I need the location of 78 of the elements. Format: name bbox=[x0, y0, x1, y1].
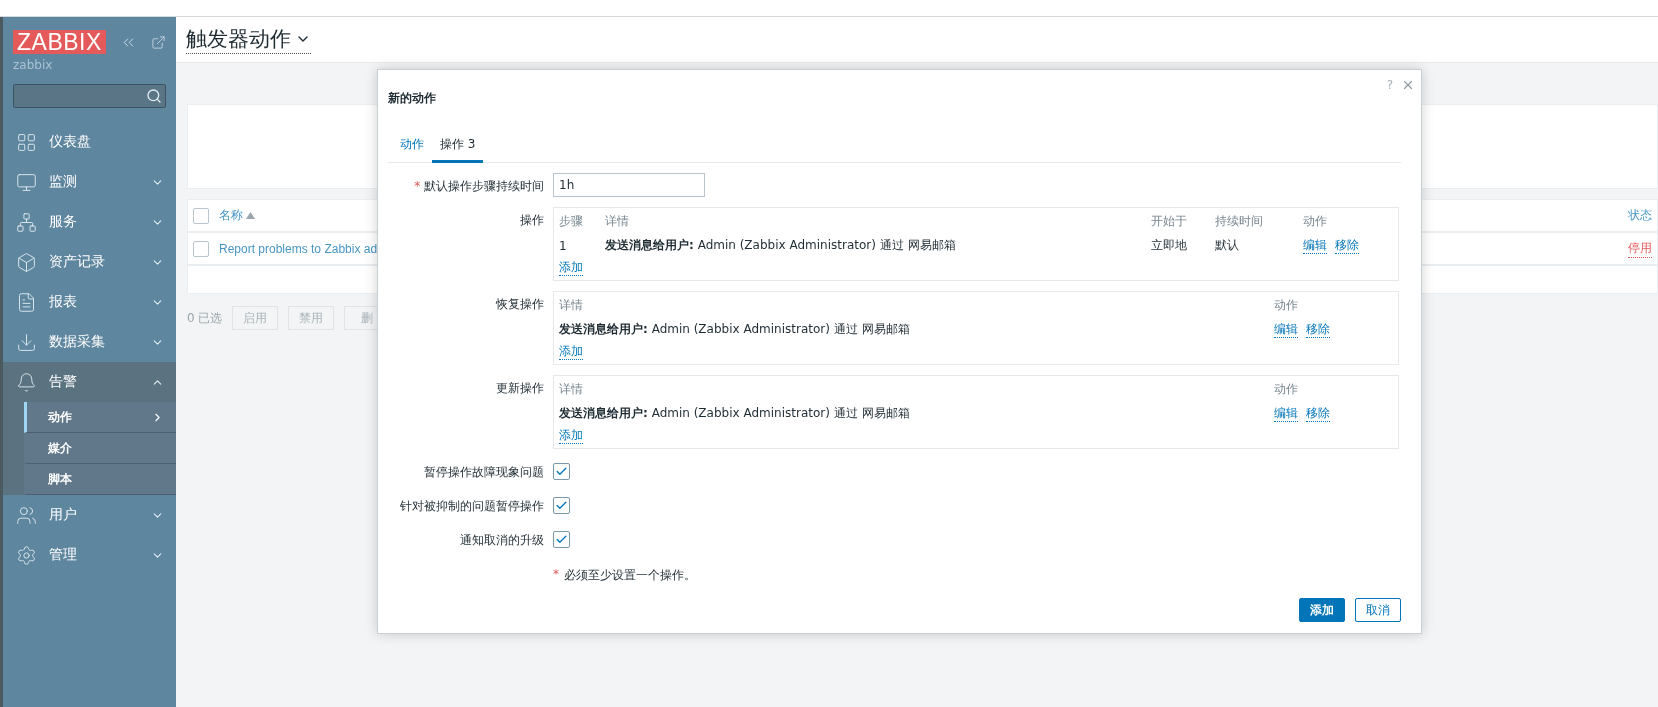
download-icon bbox=[16, 331, 37, 353]
search-field[interactable] bbox=[13, 84, 166, 108]
row-action-link[interactable]: 编辑 bbox=[1274, 321, 1298, 338]
nav-subitem[interactable]: 动作 bbox=[24, 402, 176, 433]
search-icon[interactable] bbox=[146, 88, 162, 104]
nav-item[interactable]: 数据采集 bbox=[3, 322, 176, 362]
field-label: * 默认操作步骤持续时间 bbox=[413, 178, 544, 195]
nav-item[interactable]: 报表 bbox=[3, 282, 176, 322]
operation-details: 发送消息给用户: Admin (Zabbix Administrator) 通过 网易邮箱 bbox=[559, 405, 911, 422]
nav-subitem[interactable]: 脚本 bbox=[24, 464, 176, 495]
row-action-link[interactable]: 移除 bbox=[1306, 405, 1330, 422]
required-mark: * bbox=[553, 567, 559, 583]
document-icon bbox=[16, 291, 37, 313]
checkbox[interactable] bbox=[553, 530, 570, 548]
sort-up-icon bbox=[246, 212, 255, 219]
add-button[interactable]: 添加 bbox=[1299, 598, 1345, 622]
column-header[interactable]: 名称 bbox=[219, 207, 255, 224]
operation-details: 发送消息给用户: Admin (Zabbix Administrator) 通过 网易邮箱 bbox=[605, 237, 957, 254]
nav-item[interactable]: 资产记录 bbox=[3, 242, 176, 282]
monitor-icon bbox=[16, 171, 37, 193]
network-icon bbox=[16, 211, 37, 233]
close-icon[interactable] bbox=[1401, 78, 1415, 92]
nav-item[interactable]: 监测 bbox=[3, 162, 176, 202]
duration-input[interactable]: 1h bbox=[553, 173, 705, 197]
nav-item[interactable]: 服务 bbox=[3, 202, 176, 242]
checkbox[interactable] bbox=[193, 240, 209, 257]
tab[interactable]: 动作 bbox=[392, 130, 432, 163]
nav-item[interactable]: 告警 bbox=[3, 362, 176, 402]
grid-icon bbox=[16, 131, 37, 153]
logo[interactable]: ZABBIX bbox=[13, 30, 106, 54]
row-action-link[interactable]: 移除 bbox=[1306, 321, 1330, 338]
status-link[interactable]: 停用 bbox=[1628, 239, 1652, 258]
nav-subitem[interactable]: 媒介 bbox=[24, 433, 176, 464]
start-cell-text: 立即地 bbox=[1151, 237, 1188, 254]
page-title[interactable]: 触发器动作 bbox=[186, 25, 311, 54]
gear-icon bbox=[16, 544, 37, 566]
field-label: 更新操作 bbox=[495, 380, 544, 397]
tab[interactable]: 操作 3 bbox=[432, 130, 484, 163]
checkbox[interactable] bbox=[553, 462, 570, 480]
field-label: 操作 bbox=[519, 212, 544, 229]
action-name-link[interactable]: Report problems to Zabbix ad bbox=[219, 241, 378, 256]
arrow-box-icon[interactable] bbox=[150, 34, 166, 50]
column-header: 详情 bbox=[605, 213, 630, 230]
cancel-button[interactable]: 取消 bbox=[1355, 598, 1401, 622]
add-link[interactable]: 添加 bbox=[559, 260, 583, 276]
column-header: 动作 bbox=[1303, 213, 1328, 230]
column-header[interactable]: 状态 bbox=[1628, 207, 1652, 224]
column-header: 动作 bbox=[1274, 381, 1299, 398]
add-link[interactable]: 添加 bbox=[559, 428, 583, 444]
row-action-link[interactable]: 编辑 bbox=[1274, 405, 1298, 422]
duration-cell-text: 默认 bbox=[1215, 237, 1240, 254]
row-action-link[interactable]: 移除 bbox=[1335, 237, 1359, 254]
column-header: 动作 bbox=[1274, 297, 1299, 314]
field-label: 恢复操作 bbox=[495, 296, 544, 313]
nav-item[interactable]: 管理 bbox=[3, 535, 176, 575]
box-icon bbox=[16, 251, 37, 273]
server-name: zabbix bbox=[12, 57, 54, 72]
operation-details: 发送消息给用户: Admin (Zabbix Administrator) 通过 网易邮箱 bbox=[559, 321, 911, 338]
step-cell-text: 1 bbox=[559, 238, 568, 253]
column-header: 详情 bbox=[559, 381, 584, 398]
row-action-link[interactable]: 编辑 bbox=[1303, 237, 1327, 254]
option-label: 针对被抑制的问题暂停操作 bbox=[399, 498, 544, 515]
column-header: 开始于 bbox=[1151, 213, 1188, 230]
column-header: 步骤 bbox=[559, 213, 584, 230]
option-label: 通知取消的升级 bbox=[459, 532, 544, 549]
checkbox[interactable] bbox=[193, 207, 209, 224]
column-header: 详情 bbox=[559, 297, 584, 314]
dialog-title: 新的动作 bbox=[388, 90, 436, 107]
bell-icon bbox=[16, 371, 37, 393]
add-link[interactable]: 添加 bbox=[559, 344, 583, 360]
selected-count: 0 已选 bbox=[187, 309, 223, 327]
option-label: 暂停操作故障现象问题 bbox=[423, 464, 544, 481]
column-header: 持续时间 bbox=[1215, 213, 1264, 230]
checkbox[interactable] bbox=[553, 496, 570, 514]
required-note: 必须至少设置一个操作。 bbox=[564, 567, 696, 584]
nav-item[interactable]: 用户 bbox=[3, 495, 176, 535]
nav-item[interactable]: 仪表盘 bbox=[3, 122, 176, 162]
users-icon bbox=[16, 504, 37, 526]
